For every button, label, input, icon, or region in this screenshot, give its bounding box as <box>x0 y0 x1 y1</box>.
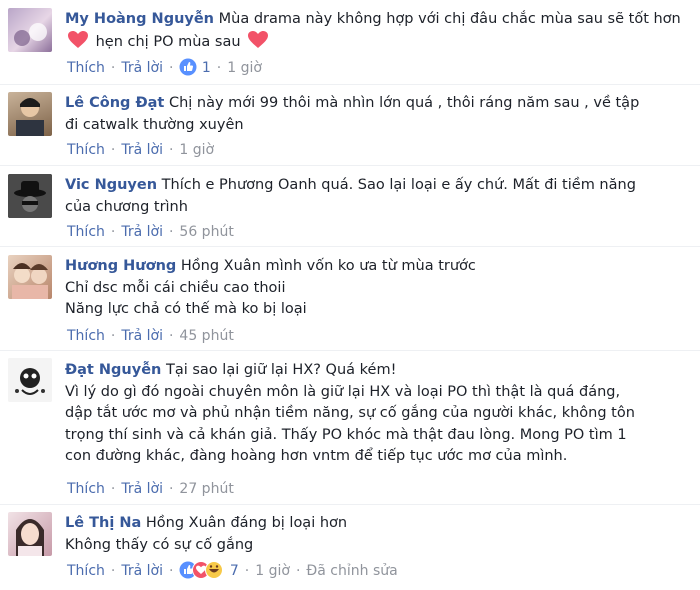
commenter-name[interactable]: My Hoàng Nguyễn <box>65 11 214 27</box>
like-link[interactable]: Thích <box>67 224 105 240</box>
comment-item: My Hoàng Nguyễn Mùa drama này không hợp … <box>0 0 700 85</box>
edited-label[interactable]: Đã chỉnh sửa <box>306 563 397 579</box>
heart-icon <box>248 30 269 48</box>
comment-actions: Thích · Trả lời · 7 · 1 giờ · Đã chỉnh sửa <box>67 561 398 581</box>
avatar[interactable] <box>8 255 52 299</box>
avatar[interactable] <box>8 512 52 556</box>
timestamp[interactable]: 1 giờ <box>179 142 214 158</box>
comment-text-line: trọng thí sinh và cả khán giả. Thấy PO k… <box>65 426 627 443</box>
comment-item: Hương Hương Hồng Xuân mình vốn ko ưa từ … <box>0 247 700 350</box>
reply-link[interactable]: Trả lời <box>121 481 163 497</box>
commenter-name[interactable]: Hương Hương <box>65 258 176 274</box>
comment-text: Chị này mới 99 thôi mà nhìn lớn quá , th… <box>168 95 640 111</box>
commenter-name[interactable]: Đạt Nguyễn <box>65 362 161 378</box>
like-reaction-icon[interactable] <box>179 58 197 76</box>
reply-link[interactable]: Trả lời <box>121 60 163 76</box>
commenter-name[interactable]: Lê Công Đạt <box>65 95 164 111</box>
like-link[interactable]: Thích <box>67 563 105 579</box>
comment-text-line: dập tắt ước mơ và phủ nhận tiềm năng, sự… <box>65 405 635 421</box>
comment-actions: Thích · Trả lời · 45 phút <box>67 328 234 344</box>
avatar[interactable] <box>8 358 52 402</box>
avatar[interactable] <box>8 174 52 218</box>
comment-item: Vic Nguyen Thích e Phương Oanh quá. Sao … <box>0 166 700 246</box>
comment-actions: Thích · Trả lời · 1 giờ <box>67 142 215 158</box>
commenter-name[interactable]: Vic Nguyen <box>65 177 157 193</box>
comment-text: Thích e Phương Oanh quá. Sao lại loại e … <box>161 177 636 193</box>
like-link[interactable]: Thích <box>67 481 105 497</box>
avatar[interactable] <box>8 92 52 136</box>
reply-link[interactable]: Trả lời <box>121 563 163 579</box>
comment-text: Hồng Xuân mình vốn ko ưa từ mùa trước <box>180 258 476 274</box>
comment-list: My Hoàng Nguyễn Mùa drama này không hợp … <box>0 0 700 590</box>
reply-link[interactable]: Trả lời <box>121 142 163 158</box>
comment-text-cont: Năng lực chả có thế mà ko bị loại <box>65 301 307 317</box>
comment-item: Lê Công Đạt Chị này mới 99 thôi mà nhìn … <box>0 85 700 165</box>
comment-item: Đạt Nguyễn Tại sao lại giữ lại HX? Quá k… <box>0 351 700 504</box>
timestamp[interactable]: 27 phút <box>179 481 233 497</box>
comment-actions: Thích · Trả lời · 1 · 1 giờ <box>67 58 262 76</box>
like-link[interactable]: Thích <box>67 142 105 158</box>
comment-text: Hồng Xuân đáng bị loại hơn <box>145 515 348 531</box>
comment-actions: Thích · Trả lời · 56 phút <box>67 224 234 240</box>
comment-item: Lê Thị Na Hồng Xuân đáng bị loại hơn Khô… <box>0 505 700 590</box>
like-link[interactable]: Thích <box>67 60 105 76</box>
reply-link[interactable]: Trả lời <box>121 224 163 240</box>
commenter-name[interactable]: Lê Thị Na <box>65 515 141 531</box>
comment-text-line: Vì lý do gì đó ngoài chuyên môn là giữ l… <box>65 383 621 400</box>
reaction-count[interactable]: 7 <box>230 563 239 579</box>
heart-icon <box>68 30 88 48</box>
timestamp[interactable]: 56 phút <box>179 224 233 240</box>
comment-text-cont: đi catwalk thường xuyên <box>65 116 244 133</box>
reaction-icons[interactable] <box>179 561 225 585</box>
comment-text: Mùa drama này không hợp với chị đâu chắc… <box>218 11 681 27</box>
timestamp[interactable]: 1 giờ <box>255 563 290 579</box>
comment-text-cont: hẹn chị PO mùa sau <box>95 33 241 50</box>
comment-actions: Thích · Trả lời · 27 phút <box>67 481 234 497</box>
timestamp[interactable]: 1 giờ <box>227 60 262 76</box>
reaction-count[interactable]: 1 <box>202 60 211 76</box>
comment-text-cont: của chương trình <box>65 198 188 215</box>
comment-text-line: con đường khác, đàng hoàng hơn vntm để t… <box>65 448 568 464</box>
reply-link[interactable]: Trả lời <box>121 328 163 344</box>
avatar[interactable] <box>8 8 52 52</box>
comment-text: Tại sao lại giữ lại HX? Quá kém! <box>165 362 397 378</box>
like-link[interactable]: Thích <box>67 328 105 344</box>
timestamp[interactable]: 45 phút <box>179 328 233 344</box>
comment-text-cont: Không thấy có sự cố gắng <box>65 536 254 553</box>
comment-text-cont: Chỉ dsc mỗi cái chiều cao thoii <box>65 279 286 296</box>
